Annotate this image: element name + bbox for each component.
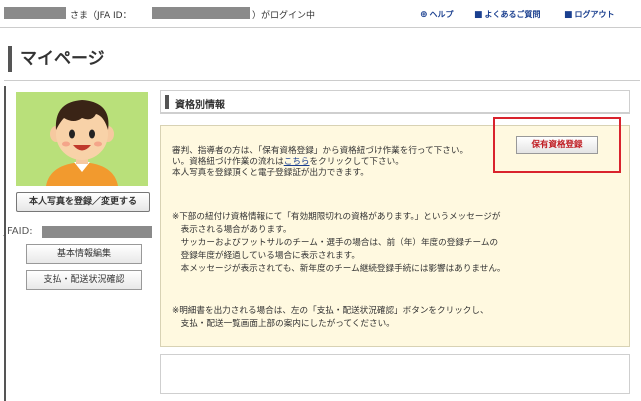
logout-link[interactable]: ■ ログアウト <box>564 9 615 20</box>
section-title: 資格別情報 <box>175 100 225 111</box>
help-link[interactable]: ⊕ ヘルプ <box>420 9 454 20</box>
register-qualification-button[interactable]: 保有資格登録 <box>516 136 598 154</box>
page-left-border <box>4 86 6 401</box>
redacted-username <box>4 7 66 19</box>
note-line-3: サッカーおよびフットサルのチーム・選手の場合は、前（年）年度の登録チームの <box>172 238 499 248</box>
page-title: マイページ <box>8 46 105 72</box>
empty-panel <box>160 354 630 394</box>
section-header-bar <box>165 95 169 109</box>
info-line-1: 審判、指導者の方は、「保有資格登録」から資格紐づけ作業を行って下さい。 <box>172 146 469 156</box>
faq-icon: ■ <box>474 9 483 20</box>
faq-link-label: よくあるご質問 <box>484 10 541 19</box>
title-divider <box>4 80 640 81</box>
edit-basic-info-button[interactable]: 基本情報編集 <box>26 244 142 264</box>
statement-line-1: ※明細書を出力される場合は、左の「支払・配送状況確認」ボタンをクリックし、 <box>172 306 489 316</box>
info-line-2-before: い。資格紐づけ作業の流れは <box>172 157 284 167</box>
statement-line-2: 支払・配送一覧画面上部の案内にしたがってください。 <box>172 319 395 329</box>
register-photo-button[interactable]: 本人写真を登録／変更する <box>16 192 150 212</box>
header-divider <box>0 27 641 28</box>
info-line-3: 本人写真を登録頂くと電子登録証が出力できます。 <box>172 168 369 178</box>
login-status-text: ）がログイン中 <box>252 11 316 21</box>
avatar-illustration <box>46 100 118 186</box>
info-line-2-after: をクリックして下さい。 <box>309 157 404 167</box>
faq-link[interactable]: ■ よくあるご質問 <box>474 9 541 20</box>
note-line-1: ※下部の紐付け資格情報にて「有効期限切れの資格があります。」というメッセージが <box>172 212 501 222</box>
section-header: 資格別情報 <box>160 90 630 114</box>
note-line-5: 本メッセージが表示されても、新年度のチーム継続登録手続には影響はありません。 <box>172 264 506 274</box>
note-line-2: 表示される場合があります。 <box>172 225 292 235</box>
greeting-text: さま（JFA ID： <box>70 11 132 21</box>
logout-icon: ■ <box>564 9 573 20</box>
payment-status-button[interactable]: 支払・配送状況確認 <box>26 270 142 290</box>
note-line-4: 登録年度が経過している場合に表示されます。 <box>172 251 360 261</box>
redacted-jfaid <box>152 7 250 19</box>
top-bar: さま（JFA ID： ）がログイン中 ⊕ ヘルプ ■ よくあるご質問 ■ ログア… <box>0 0 641 26</box>
help-icon: ⊕ <box>420 9 428 20</box>
info-line-2: い。資格紐づけ作業の流れはこちらをクリックして下さい。 <box>172 157 404 168</box>
redacted-jfaid-value <box>42 226 152 238</box>
jfaid-label: JFAID: <box>4 226 33 237</box>
help-link-label: ヘルプ <box>429 10 454 19</box>
avatar <box>16 92 148 186</box>
flow-link[interactable]: こちら <box>284 157 310 167</box>
logout-link-label: ログアウト <box>574 10 615 19</box>
